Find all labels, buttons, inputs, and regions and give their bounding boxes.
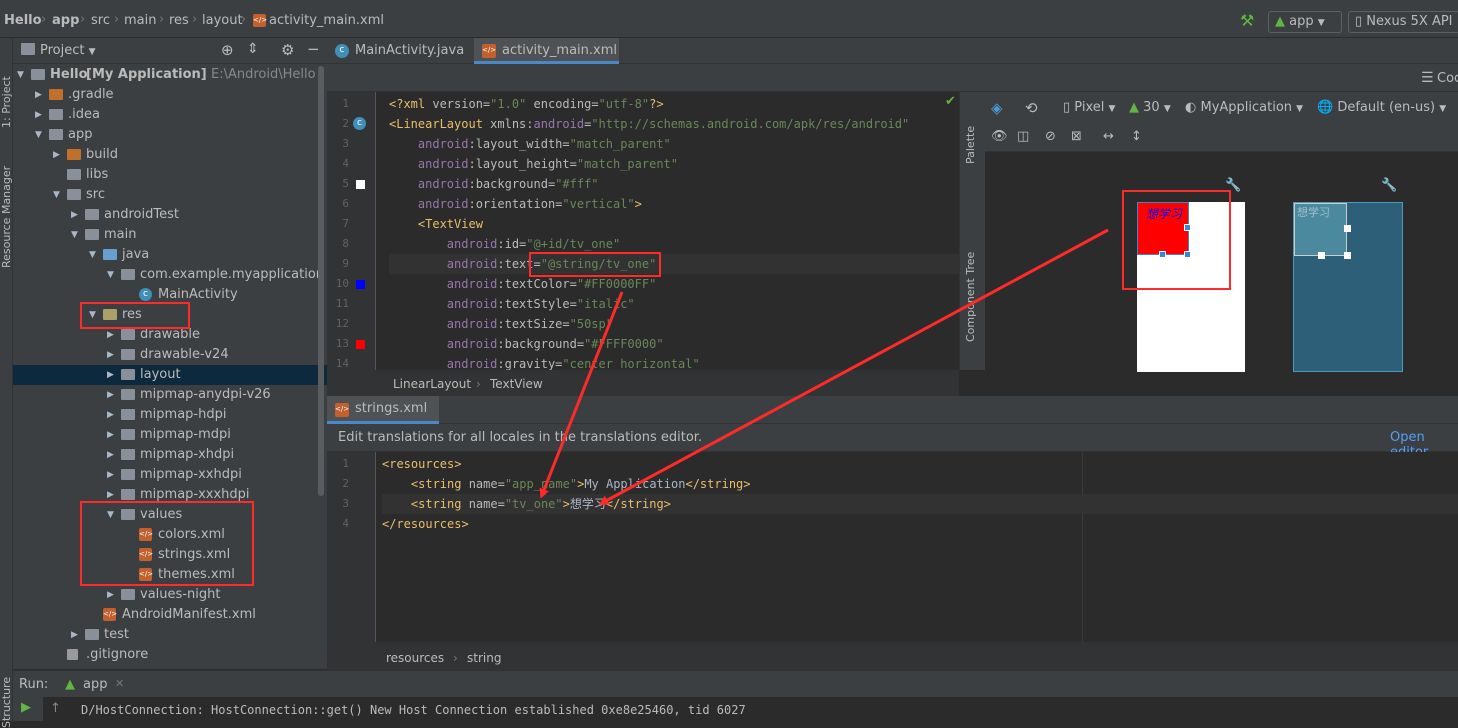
annotation-arrows [539,228,1109,505]
annotation-arrow-1 [539,291,624,499]
annotation-arrow-2 [598,228,1109,505]
